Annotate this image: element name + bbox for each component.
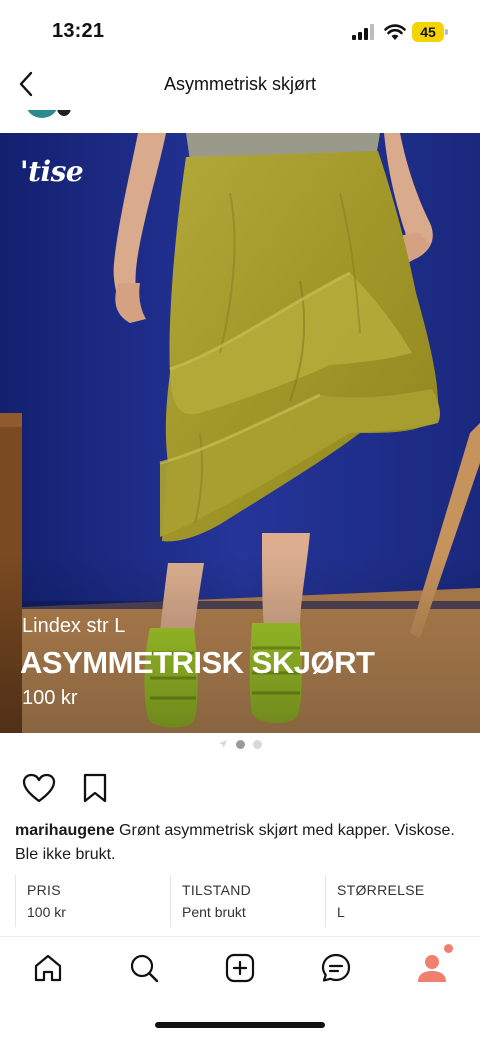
info-label: TILSTAND <box>182 882 252 898</box>
info-value: 100 kr <box>27 904 66 920</box>
home-indicator <box>155 1022 325 1028</box>
profile-icon <box>418 955 446 982</box>
home-icon <box>34 954 62 982</box>
info-size: STØRRELSE L <box>325 875 480 927</box>
status-time: 13:21 <box>52 20 105 42</box>
wifi-icon <box>384 24 406 40</box>
pager-dot[interactable] <box>253 739 262 749</box>
info-value: Pent brukt <box>182 904 246 920</box>
cellular-signal-icon <box>352 24 374 40</box>
save-button[interactable] <box>78 772 112 804</box>
tab-add[interactable] <box>220 948 260 988</box>
username-link[interactable]: marihaugene <box>15 822 115 839</box>
divider <box>0 936 480 937</box>
battery-level: 45 <box>412 22 444 42</box>
info-label: PRIS <box>27 882 61 898</box>
heart-icon <box>22 773 56 803</box>
bottom-tab-bar <box>0 944 480 992</box>
battery-icon: 45 <box>412 22 448 42</box>
nav-header: Asymmetrisk skjørt <box>0 62 480 110</box>
product-photo[interactable]: 'tise Lindex str L ASYMMETRISK SKJØRT 10… <box>0 133 480 733</box>
tab-search[interactable] <box>124 948 164 988</box>
notification-badge <box>444 944 453 953</box>
status-bar: 13:21 45 <box>0 0 480 62</box>
photo-price: 100 kr <box>22 687 78 709</box>
product-image <box>0 133 480 733</box>
info-price: PRIS 100 kr <box>15 875 170 927</box>
tab-profile[interactable] <box>412 948 452 988</box>
search-icon <box>130 954 159 983</box>
image-pager <box>0 738 480 750</box>
post-actions <box>22 772 112 804</box>
avatar <box>27 110 71 118</box>
bookmark-icon <box>83 773 107 803</box>
product-info-row: PRIS 100 kr TILSTAND Pent brukt STØRRELS… <box>15 875 480 927</box>
pager-dot[interactable] <box>236 739 245 749</box>
chat-icon <box>321 953 351 982</box>
tab-messages[interactable] <box>316 948 356 988</box>
info-label: STØRRELSE <box>337 882 425 898</box>
like-button[interactable] <box>22 772 56 804</box>
photo-title: ASYMMETRISK SKJØRT <box>20 645 375 680</box>
tab-home[interactable] <box>28 948 68 988</box>
info-value: L <box>337 904 345 920</box>
info-condition: TILSTAND Pent brukt <box>170 875 325 927</box>
plus-square-icon <box>225 953 255 983</box>
page-title: Asymmetrisk skjørt <box>164 74 316 94</box>
location-arrow-icon <box>219 740 227 748</box>
photo-subtitle: Lindex str L <box>22 615 126 637</box>
post-description: marihaugene Grønt asymmetrisk skjørt med… <box>15 819 455 867</box>
brand-logo: 'tise <box>20 155 84 188</box>
